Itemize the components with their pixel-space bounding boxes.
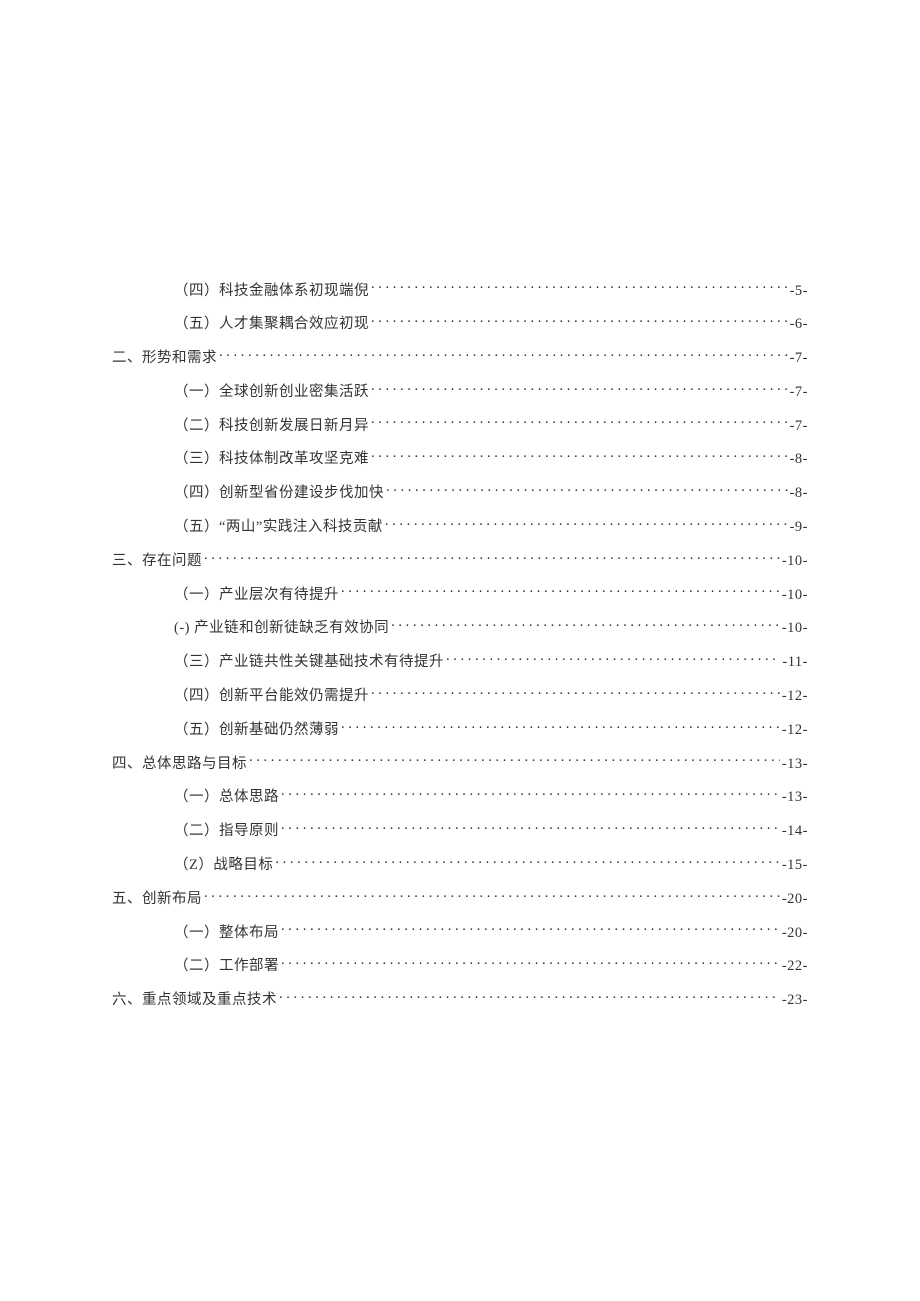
toc-entry: （Z）战略目标 -15- bbox=[112, 855, 808, 876]
toc-dot-leader bbox=[385, 517, 788, 532]
toc-entry-page: -23- bbox=[782, 990, 808, 1010]
toc-entry-label: （一）产业层次有待提升 bbox=[174, 585, 339, 605]
toc-dot-leader bbox=[219, 348, 788, 363]
toc-entry: 四、总体思路与目标 -13- bbox=[112, 753, 808, 774]
toc-entry: （一）整体布局 -20- bbox=[112, 922, 808, 943]
toc-entry-page: -10- bbox=[782, 618, 808, 638]
toc-dot-leader bbox=[371, 280, 788, 295]
toc-entry-label: （四）科技金融体系初现端倪 bbox=[174, 281, 369, 301]
toc-entry-page: -9- bbox=[790, 517, 808, 537]
table-of-contents: （四）科技金融体系初现端倪 -5- （五）人才集聚耦合效应初现 -6- 二、形势和需求 -… bbox=[112, 280, 808, 1011]
toc-entry-label: 三、存在问题 bbox=[112, 551, 202, 571]
toc-dot-leader bbox=[371, 314, 788, 329]
toc-dot-leader bbox=[249, 753, 780, 768]
toc-entry-label: （四）创新型省份建设步伐加快 bbox=[174, 483, 384, 503]
toc-dot-leader bbox=[446, 652, 780, 667]
toc-entry: （二）指导原则 -14- bbox=[112, 821, 808, 842]
toc-entry-label: （一）全球创新创业密集活跃 bbox=[174, 382, 369, 402]
toc-entry-page: -7- bbox=[790, 348, 808, 368]
toc-entry: （二）工作部署 -22- bbox=[112, 956, 808, 977]
toc-entry-page: -14- bbox=[782, 821, 808, 841]
toc-entry-page: -5- bbox=[790, 281, 808, 301]
toc-entry-label: 五、创新布局 bbox=[112, 889, 202, 909]
toc-entry-page: -7- bbox=[790, 416, 808, 436]
toc-entry: （三）科技体制改革攻坚克难 -8- bbox=[112, 449, 808, 470]
toc-dot-leader bbox=[371, 686, 780, 701]
toc-dot-leader bbox=[204, 888, 780, 903]
toc-dot-leader bbox=[281, 922, 780, 937]
toc-entry: （四）创新平台能效仍需提升 -12- bbox=[112, 686, 808, 707]
toc-entry-page: -13- bbox=[782, 754, 808, 774]
toc-entry-label: （三）产业链共性关键基础技术有待提升 bbox=[174, 652, 444, 672]
toc-entry-page: -15- bbox=[782, 855, 808, 875]
toc-entry: （五）“两山”实践注入科技贡献 -9- bbox=[112, 517, 808, 538]
toc-entry-page: -22- bbox=[782, 956, 808, 976]
toc-entry: （一）全球创新创业密集活跃 -7- bbox=[112, 381, 808, 402]
toc-dot-leader bbox=[341, 584, 780, 599]
toc-dot-leader bbox=[281, 956, 780, 971]
toc-dot-leader bbox=[371, 415, 788, 430]
toc-entry-label: (-) 产业链和创新徒缺乏有效协同 bbox=[174, 618, 389, 638]
toc-dot-leader bbox=[371, 449, 788, 464]
toc-entry-label: （一）整体布局 bbox=[174, 923, 279, 943]
toc-dot-leader bbox=[275, 855, 779, 870]
toc-entry-label: （二）指导原则 bbox=[174, 821, 279, 841]
toc-entry: （二）科技创新发展日新月异 -7- bbox=[112, 415, 808, 436]
toc-entry-page: -12- bbox=[782, 720, 808, 740]
toc-entry-label: （二）工作部署 bbox=[174, 956, 279, 976]
toc-entry-page: -13- bbox=[782, 787, 808, 807]
toc-dot-leader bbox=[279, 990, 780, 1005]
toc-entry: （一）产业层次有待提升 -10- bbox=[112, 584, 808, 605]
toc-dot-leader bbox=[386, 483, 788, 498]
toc-entry-page: -8- bbox=[790, 449, 808, 469]
toc-entry-label: （Z）战略目标 bbox=[174, 855, 273, 875]
toc-dot-leader bbox=[341, 719, 780, 734]
toc-entry-label: 六、重点领域及重点技术 bbox=[112, 990, 277, 1010]
toc-entry: （五）人才集聚耦合效应初现 -6- bbox=[112, 314, 808, 335]
toc-entry: 三、存在问题 -10- bbox=[112, 550, 808, 571]
toc-entry: （一）总体思路 -13- bbox=[112, 787, 808, 808]
toc-entry-page: -11- bbox=[782, 652, 808, 672]
toc-dot-leader bbox=[371, 381, 788, 396]
toc-dot-leader bbox=[204, 550, 780, 565]
toc-entry: 二、形势和需求 -7- bbox=[112, 348, 808, 369]
toc-entry-page: -6- bbox=[790, 314, 808, 334]
toc-entry-label: 二、形势和需求 bbox=[112, 348, 217, 368]
toc-entry: （五）创新基础仍然薄弱 -12- bbox=[112, 719, 808, 740]
toc-entry: 五、创新布局 -20- bbox=[112, 888, 808, 909]
toc-entry: （四）创新型省份建设步伐加快 -8- bbox=[112, 483, 808, 504]
toc-entry: （四）科技金融体系初现端倪 -5- bbox=[112, 280, 808, 301]
toc-entry-label: （五）人才集聚耦合效应初现 bbox=[174, 314, 369, 334]
toc-dot-leader bbox=[391, 618, 780, 633]
toc-entry-label: （一）总体思路 bbox=[174, 787, 279, 807]
toc-entry-page: -7- bbox=[790, 382, 808, 402]
toc-entry-page: -10- bbox=[782, 585, 808, 605]
toc-entry-label: （五）创新基础仍然薄弱 bbox=[174, 720, 339, 740]
toc-dot-leader bbox=[281, 821, 780, 836]
toc-entry-page: -20- bbox=[782, 923, 808, 943]
toc-entry-label: （二）科技创新发展日新月异 bbox=[174, 416, 369, 436]
toc-entry-label: （四）创新平台能效仍需提升 bbox=[174, 686, 369, 706]
toc-entry-label: 四、总体思路与目标 bbox=[112, 754, 247, 774]
toc-entry-label: （五）“两山”实践注入科技贡献 bbox=[174, 517, 383, 537]
toc-entry: (-) 产业链和创新徒缺乏有效协同 -10- bbox=[112, 618, 808, 639]
toc-entry-label: （三）科技体制改革攻坚克难 bbox=[174, 449, 369, 469]
toc-entry-page: -8- bbox=[790, 483, 808, 503]
toc-entry-page: -12- bbox=[782, 686, 808, 706]
toc-entry-page: -20- bbox=[782, 889, 808, 909]
toc-dot-leader bbox=[281, 787, 780, 802]
toc-entry: （三）产业链共性关键基础技术有待提升 -11- bbox=[112, 652, 808, 673]
toc-entry-page: -10- bbox=[782, 551, 808, 571]
toc-entry: 六、重点领域及重点技术 -23- bbox=[112, 990, 808, 1011]
